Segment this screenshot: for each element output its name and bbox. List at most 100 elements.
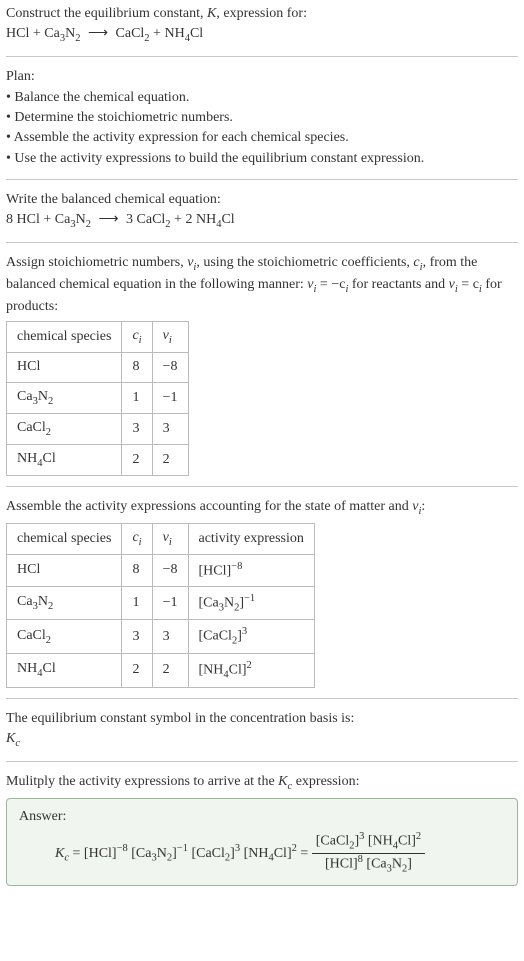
t: 2 (46, 635, 51, 646)
t: [NH (199, 663, 224, 678)
ci: 3 (122, 413, 152, 444)
activity-table: chemical species ci νi activity expressi… (6, 523, 315, 688)
table-row: chemical species ci νi (7, 322, 189, 353)
text: Construct the equilibrium constant, (6, 6, 207, 21)
text: , expression for: (216, 6, 307, 21)
nh: NH (164, 26, 184, 41)
t4: [NH (244, 846, 269, 861)
nh: 2 NH (185, 212, 216, 227)
balanced-equation: 8 HCl + Ca3N2 ⟶ 3 CaCl2 + 2 NH4Cl (6, 210, 518, 232)
ci: 2 (122, 654, 152, 688)
t: HCl (17, 359, 40, 374)
c: c (15, 738, 20, 749)
denominator: [HCl]8 [Ca3N2] (312, 854, 425, 876)
t: Ca (17, 594, 33, 609)
d2: ] (407, 857, 412, 872)
ci: 3 (122, 620, 152, 654)
eq: = (297, 846, 312, 861)
ci: 1 (122, 382, 152, 413)
text: Assemble the activity expressions accoun… (6, 499, 412, 514)
t: NH (17, 661, 37, 676)
exp: 3 (235, 844, 240, 855)
exp: −1 (244, 593, 255, 604)
hcl: HCl (6, 26, 29, 41)
exp: −8 (231, 561, 242, 572)
species: NH4Cl (7, 444, 122, 475)
plan-bullet: • Balance the chemical equation. (6, 88, 518, 108)
t: Ca (17, 389, 33, 404)
n2: Cl] (398, 834, 416, 849)
t: HCl (17, 562, 40, 577)
nu: 3 (152, 620, 188, 654)
n1: [CaCl (316, 834, 349, 849)
nu: 2 (152, 654, 188, 688)
arrow-icon: ⟶ (94, 210, 122, 230)
plan-bullet: • Determine the stoichiometric numbers. (6, 108, 518, 128)
cacl: 3 CaCl (126, 212, 165, 227)
nu: −1 (152, 382, 188, 413)
th-ci: ci (122, 523, 152, 554)
ci: 8 (122, 353, 152, 382)
exp: −1 (177, 844, 188, 855)
plus: + (29, 26, 44, 41)
t: [Ca (199, 595, 219, 610)
k: K (278, 774, 287, 789)
t: Cl] (229, 663, 247, 678)
divider (6, 179, 518, 180)
th-nu: νi (152, 523, 188, 554)
ci: 8 (122, 554, 152, 586)
ca: Ca (44, 26, 60, 41)
k-sym: K (207, 6, 216, 21)
table-row: CaCl2 3 3 [CaCl2]3 (7, 620, 315, 654)
eq: = (69, 846, 84, 861)
t: N (38, 594, 48, 609)
stoich-table: chemical species ci νi HCl 8 −8 Ca3N2 1 … (6, 321, 189, 475)
divider (6, 761, 518, 762)
table-row: CaCl2 3 3 (7, 413, 189, 444)
nu: 3 (152, 413, 188, 444)
ci: 1 (122, 586, 152, 620)
plan-title: Plan: (6, 67, 518, 87)
table-row: Ca3N2 1 −1 [Ca3N2]−1 (7, 586, 315, 620)
t2: [Ca (131, 846, 151, 861)
species: HCl (7, 554, 122, 586)
ae: [CaCl2]3 (188, 620, 314, 654)
plus: + (171, 212, 186, 227)
nu: −1 (152, 586, 188, 620)
exp: 2 (247, 660, 252, 671)
nu: −8 (152, 554, 188, 586)
hcl: 8 HCl (6, 212, 40, 227)
i: i (139, 335, 142, 346)
table-row: NH4Cl 2 2 [NH4Cl]2 (7, 654, 315, 688)
t: 2 (46, 427, 51, 438)
species: CaCl2 (7, 413, 122, 444)
ae: [NH4Cl]2 (188, 654, 314, 688)
t: 2 (48, 601, 53, 612)
d2: [Ca (363, 857, 387, 872)
kc-expression: Kc = [HCl]−8 [Ca3N2]−1 [CaCl2]3 [NH4Cl]2… (19, 831, 505, 876)
kc-symbol: Kc (6, 729, 518, 751)
t1: [HCl] (84, 846, 117, 861)
cl: Cl (190, 26, 203, 41)
exp: 3 (242, 626, 247, 637)
activity-intro: Assemble the activity expressions accoun… (6, 497, 518, 519)
th-activity: activity expression (188, 523, 314, 554)
t: [HCl] (199, 563, 232, 578)
t: Cl (42, 451, 55, 466)
eq: = −c (316, 277, 345, 292)
t: Cl (42, 661, 55, 676)
fraction: [CaCl2]3 [NH4Cl]2 [HCl]8 [Ca3N2] (312, 831, 425, 876)
th-species: chemical species (7, 322, 122, 353)
basis-text: The equilibrium constant symbol in the c… (6, 709, 518, 729)
i: i (139, 537, 142, 548)
plus: + (150, 26, 165, 41)
nu: −8 (152, 353, 188, 382)
t: 2 (48, 396, 53, 407)
species: CaCl2 (7, 620, 122, 654)
text: expression: (292, 774, 359, 789)
species: HCl (7, 353, 122, 382)
answer-label: Answer: (19, 807, 505, 827)
stoich-intro: Assign stoichiometric numbers, νi, using… (6, 253, 518, 317)
i: i (169, 537, 172, 548)
species: Ca3N2 (7, 382, 122, 413)
